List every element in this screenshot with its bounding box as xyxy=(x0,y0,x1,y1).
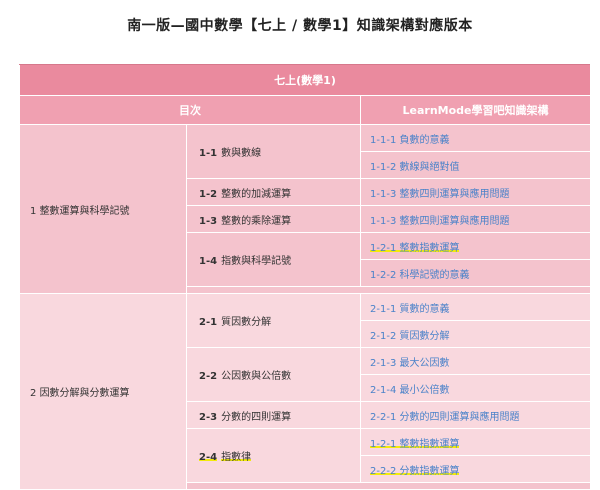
section-name: 質因數分解 xyxy=(221,317,272,328)
section-number: 2-2 xyxy=(199,371,218,382)
section-name: 公因數與公倍數 xyxy=(221,371,292,382)
table-row: 2 因數分解與分數運算 2-1 質因數分解 2-1-1 質數的意義 xyxy=(19,293,591,490)
knowledge-link[interactable]: 1-2-1 整數指數運算 xyxy=(360,232,591,260)
highlighted-link-text[interactable]: 1-2-1 整數指數運算 xyxy=(370,438,460,450)
chapter-number: 1 xyxy=(30,205,37,217)
spacer-cell xyxy=(186,286,591,294)
knowledge-link[interactable]: 1-1-2 數線與絕對值 xyxy=(360,151,591,179)
knowledge-link[interactable]: 1-1-3 整數四則運算與應用問題 xyxy=(360,178,591,206)
chapter-cell: 2 因數分解與分數運算 xyxy=(19,293,187,490)
table-title: 七上(數學1) xyxy=(19,64,591,96)
knowledge-link[interactable]: 2-1-2 質因數分解 xyxy=(360,320,591,348)
section-number: 2-3 xyxy=(199,411,218,423)
section-name: 整數的乘除運算 xyxy=(221,215,292,227)
section-cell: 2-1 質因數分解 xyxy=(186,293,361,348)
knowledge-link[interactable]: 2-2-2 分數指數運算 xyxy=(360,455,591,483)
section-name: 指數與科學記號 xyxy=(221,256,292,267)
page-title: 南一版—國中數學【七上 / 數學1】知識架構對應版本 xyxy=(127,18,473,34)
header-toc: 目次 xyxy=(19,95,361,125)
header-learnmode: LearnMode學習吧知識架構 xyxy=(360,95,591,125)
section-cell: 2-4 指數律 xyxy=(186,428,361,483)
knowledge-link[interactable]: 2-1-3 最大公因數 xyxy=(360,347,591,375)
section-cell: 1-1 數與數線 xyxy=(186,124,361,179)
spacer-cell xyxy=(186,482,591,490)
table-row: 1 整數運算與科學記號 1-1 數與數線 1-1-1 負數的意義 xyxy=(19,124,591,294)
section-name: 指數律 xyxy=(221,452,252,463)
section-name: 整數的加減運算 xyxy=(221,188,292,200)
section-number: 2-4 xyxy=(199,452,218,463)
knowledge-link[interactable]: 1-1-3 整數四則運算與應用問題 xyxy=(360,205,591,233)
section-number: 2-1 xyxy=(199,317,218,328)
section-cell: 2-2 公因數與公倍數 xyxy=(186,347,361,402)
knowledge-link[interactable]: 2-2-1 分數的四則運算與應用問題 xyxy=(360,401,591,429)
knowledge-link[interactable]: 2-1-1 質數的意義 xyxy=(360,293,591,321)
section-number: 1-2 xyxy=(199,188,218,200)
knowledge-map-table: 七上(數學1) 目次 LearnMode學習吧知識架構 1 整數運算與科學記號 … xyxy=(19,64,591,490)
section-cell: 1-3 整數的乘除運算 xyxy=(186,205,361,233)
chapter-number: 2 xyxy=(30,388,37,399)
knowledge-link[interactable]: 1-2-1 整數指數運算 xyxy=(360,428,591,456)
section-name: 數與數線 xyxy=(221,148,262,159)
chapter-name: 因數分解與分數運算 xyxy=(39,388,130,399)
chapter-cell: 1 整數運算與科學記號 xyxy=(19,124,187,294)
section-number: 1-1 xyxy=(199,148,218,159)
highlighted-link-text[interactable]: 2-2-2 分數指數運算 xyxy=(370,465,460,477)
section-cell: 1-2 整數的加減運算 xyxy=(186,178,361,206)
knowledge-link[interactable]: 1-2-2 科學記號的意義 xyxy=(360,259,591,287)
section-number: 1-4 xyxy=(199,256,218,267)
section-cell: 2-3 分數的四則運算 xyxy=(186,401,361,429)
section-name: 分數的四則運算 xyxy=(221,411,292,423)
section-number: 1-3 xyxy=(199,215,218,227)
section-cell: 1-4 指數與科學記號 xyxy=(186,232,361,287)
highlighted-link-text[interactable]: 1-2-1 整數指數運算 xyxy=(370,242,460,254)
knowledge-link[interactable]: 2-1-4 最小公倍數 xyxy=(360,374,591,402)
chapter-name: 整數運算與科學記號 xyxy=(39,205,130,217)
knowledge-link[interactable]: 1-1-1 負數的意義 xyxy=(360,124,591,152)
